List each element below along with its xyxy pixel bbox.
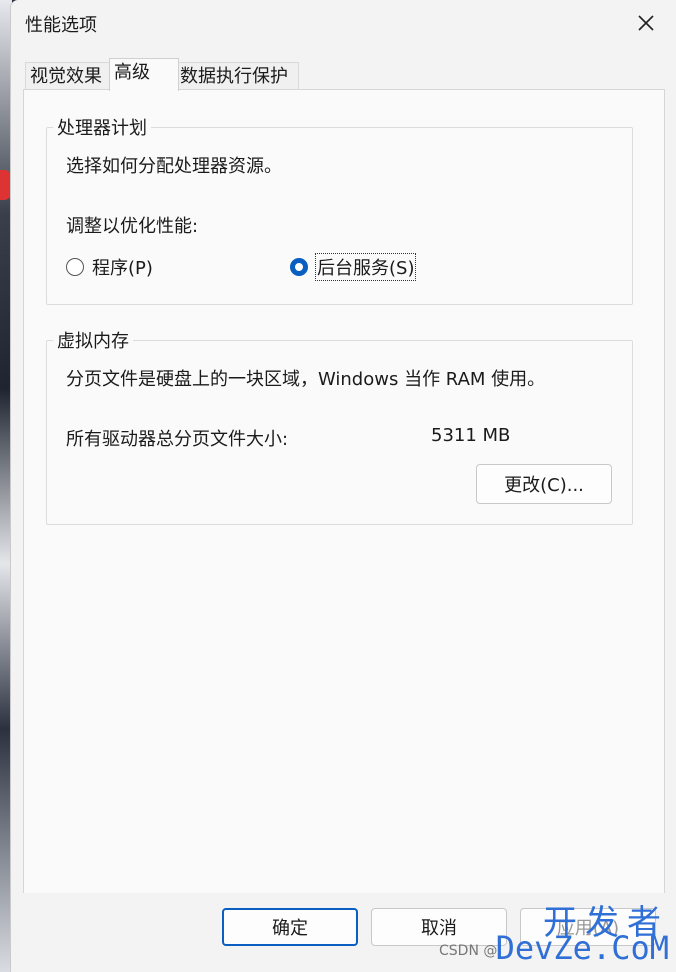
total-paging-label: 所有驱动器总分页文件大小: <box>66 429 289 450</box>
radio-label: 后台服务(S) <box>314 253 417 281</box>
radio-unselected-icon <box>66 258 84 276</box>
tab-panel-advanced: 处理器计划 选择如何分配处理器资源。 调整以优化性能: 程序(P) 后台服务(S… <box>23 89 665 894</box>
processor-scheduling-group: 处理器计划 选择如何分配处理器资源。 调整以优化性能: 程序(P) 后台服务(S… <box>46 114 633 305</box>
dialog-footer: 确定 取消 应用(A) <box>11 893 676 972</box>
close-icon <box>638 15 654 31</box>
change-button[interactable]: 更改(C)... <box>476 464 612 504</box>
tab-advanced[interactable]: 高级 <box>109 58 179 91</box>
virtual-memory-description: 分页文件是硬盘上的一块区域，Windows 当作 RAM 使用。 <box>66 369 546 390</box>
tab-data-execution-prevention[interactable]: 数据执行保护 <box>175 62 299 90</box>
radio-selected-icon <box>290 258 308 276</box>
radio-background-services[interactable]: 后台服务(S) <box>290 253 417 281</box>
total-paging-value: 5311 MB <box>431 425 511 446</box>
close-button[interactable] <box>623 4 669 42</box>
group-legend: 虚拟内存 <box>53 327 133 353</box>
ok-button[interactable]: 确定 <box>222 908 358 946</box>
cancel-button[interactable]: 取消 <box>371 908 507 946</box>
tab-visual-effects[interactable]: 视觉效果 <box>25 62 115 90</box>
title-bar: 性能选项 <box>11 0 676 46</box>
processor-description: 选择如何分配处理器资源。 <box>66 156 282 177</box>
performance-options-dialog: 性能选项 视觉效果 高级 数据执行保护 处理器计划 选择如何分配处理器资源。 调… <box>10 0 676 972</box>
virtual-memory-group: 虚拟内存 分页文件是硬盘上的一块区域，Windows 当作 RAM 使用。 所有… <box>46 327 633 525</box>
apply-button[interactable]: 应用(A) <box>520 908 656 946</box>
adjust-label: 调整以优化性能: <box>66 216 199 237</box>
group-legend: 处理器计划 <box>53 114 151 140</box>
radio-programs[interactable]: 程序(P) <box>66 254 153 280</box>
radio-label: 程序(P) <box>92 258 153 279</box>
window-title: 性能选项 <box>25 15 97 36</box>
